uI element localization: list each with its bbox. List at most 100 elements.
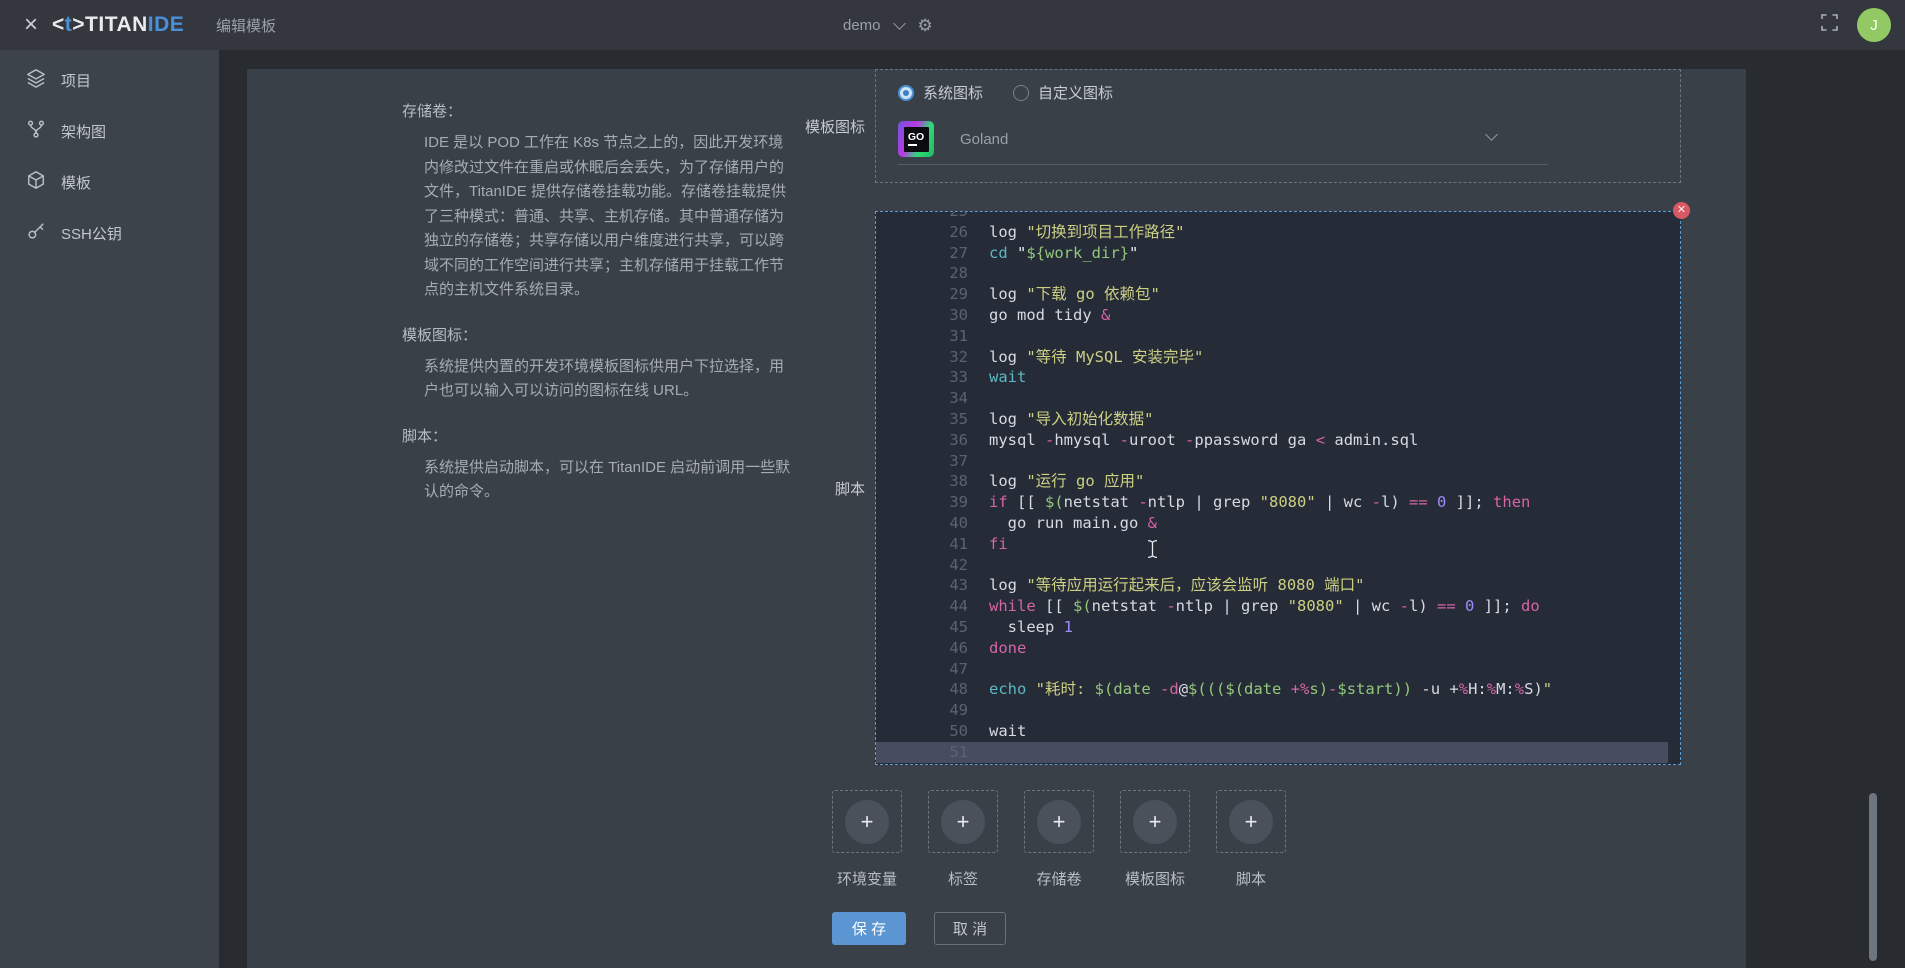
code-line-43[interactable]: 43log "等待应用运行起来后，应该会监听 8080 端口" [876,575,1680,596]
branch-icon [26,119,46,143]
sidebar-item-label: 项目 [61,70,91,91]
icon-select-value: Goland [960,131,1008,148]
code-line-35[interactable]: 35log "导入初始化数据" [876,409,1680,430]
add-item-label: 脚本 [1216,868,1286,889]
add-脚本-button[interactable]: + [1216,790,1286,853]
code-line-31[interactable]: 31 [876,326,1680,347]
code-line-26[interactable]: 26log "切换到项目工作路径" [876,222,1680,243]
line-number: 49 [876,700,968,721]
radio-label: 系统图标 [923,82,983,103]
topbar: × <t>TITANIDE 编辑模板 demo ⚙ J [0,0,1905,50]
logo-bracket: < [52,13,65,37]
line-content: log "切换到项目工作路径" [968,222,1185,243]
line-number: 27 [876,243,968,264]
page-title: 编辑模板 [216,0,276,50]
line-number: 33 [876,367,968,388]
avatar[interactable]: J [1857,8,1891,42]
code-line-33[interactable]: 33wait [876,367,1680,388]
sidebar-item-2[interactable]: 架构图 [0,116,219,146]
chevron-down-icon [1485,128,1498,141]
chevron-down-icon[interactable] [893,17,906,30]
key-icon [26,221,46,245]
code-line-39[interactable]: 39if [[ $(netstat -ntlp | grep "8080" | … [876,492,1680,513]
line-number: 44 [876,596,968,617]
icon-select[interactable]: GO Goland [898,114,1548,165]
code-line-41[interactable]: 41fi [876,534,1680,555]
layers-icon [26,68,46,92]
line-number: 50 [876,721,968,742]
code-line-40[interactable]: 40 go run main.go & [876,513,1680,534]
line-content: log "导入初始化数据" [968,409,1154,430]
code-line-46[interactable]: 46done [876,638,1680,659]
save-button[interactable]: 保 存 [832,912,906,945]
gear-icon[interactable]: ⚙ [918,17,933,34]
env-select[interactable]: demo [843,17,881,34]
sidebar-item-1[interactable]: 项目 [0,65,219,95]
add-标签-button[interactable]: + [928,790,998,853]
plus-icon: + [1037,800,1081,844]
fullscreen-icon[interactable] [1820,13,1839,37]
line-number: 46 [876,638,968,659]
code-line-49[interactable]: 49 [876,700,1680,721]
sidebar-item-4[interactable]: SSH公钥 [0,218,219,248]
code-line-28[interactable]: 28 [876,263,1680,284]
line-content: log "下载 go 依赖包" [968,284,1160,305]
code-line-44[interactable]: 44while [[ $(netstat -ntlp | grep "8080"… [876,596,1680,617]
page-scrollbar[interactable] [1869,793,1877,961]
plus-icon: + [1229,800,1273,844]
line-number: 25 [876,212,968,222]
line-number: 51 [876,742,968,763]
code-line-50[interactable]: 50wait [876,721,1680,742]
goland-icon: GO [898,121,934,157]
line-content: echo "耗时: $(date -d@$((($(date +%s)-$sta… [968,679,1552,700]
add-模板图标-button[interactable]: + [1120,790,1190,853]
code-line-34[interactable]: 34 [876,388,1680,409]
field-label-script: 脚本 [685,211,865,765]
add-item-4: +模板图标 [1120,790,1190,889]
cancel-button[interactable]: 取 消 [934,912,1006,945]
script-editor[interactable]: 2526log "切换到项目工作路径"27cd "${work_dir}"282… [875,211,1681,765]
radio-circle[interactable] [1013,85,1029,101]
code-line-30[interactable]: 30go mod tidy & [876,305,1680,326]
line-content: wait [968,721,1026,742]
code-line-38[interactable]: 38log "运行 go 应用" [876,471,1680,492]
line-content [968,326,989,347]
code-line-37[interactable]: 37 [876,451,1680,472]
line-number: 41 [876,534,968,555]
close-icon[interactable]: × [16,0,46,50]
template-icon-fieldset: 系统图标 自定义图标 GO Goland [875,69,1681,183]
sidebar-item-3[interactable]: 模板 [0,167,219,197]
code-area[interactable]: 2526log "切换到项目工作路径"27cd "${work_dir}"282… [876,212,1680,764]
code-line-51[interactable]: 51 [876,742,1668,763]
line-number: 45 [876,617,968,638]
line-number: 43 [876,575,968,596]
remove-script-icon[interactable]: ✕ [1673,202,1690,219]
line-content [968,212,989,222]
app-logo: <t>TITANIDE [52,0,184,50]
line-number: 39 [876,492,968,513]
code-line-32[interactable]: 32log "等待 MySQL 安装完毕" [876,347,1680,368]
code-line-36[interactable]: 36mysql -hmysql -uroot -ppassword ga < a… [876,430,1680,451]
radio-circle[interactable] [898,85,914,101]
code-line-27[interactable]: 27cd "${work_dir}" [876,243,1680,264]
radio-custom-icon[interactable]: 自定义图标 [1013,82,1113,103]
line-content [968,388,989,409]
add-item-label: 存储卷 [1024,868,1094,889]
plus-icon: + [845,800,889,844]
line-content [968,451,989,472]
code-line-25[interactable]: 25 [876,212,1680,222]
code-line-45[interactable]: 45 sleep 1 [876,617,1680,638]
add-存储卷-button[interactable]: + [1024,790,1094,853]
add-环境变量-button[interactable]: + [832,790,902,853]
line-number: 29 [876,284,968,305]
code-line-47[interactable]: 47 [876,659,1680,680]
line-number: 35 [876,409,968,430]
radio-system-icon[interactable]: 系统图标 [898,82,983,103]
code-line-29[interactable]: 29log "下载 go 依赖包" [876,284,1680,305]
field-label-template-icon: 模板图标 [685,69,865,183]
cube-icon [26,170,46,194]
line-number: 47 [876,659,968,680]
code-line-48[interactable]: 48echo "耗时: $(date -d@$((($(date +%s)-$s… [876,679,1680,700]
code-line-42[interactable]: 42 [876,555,1680,576]
text-cursor-icon [1146,539,1159,564]
